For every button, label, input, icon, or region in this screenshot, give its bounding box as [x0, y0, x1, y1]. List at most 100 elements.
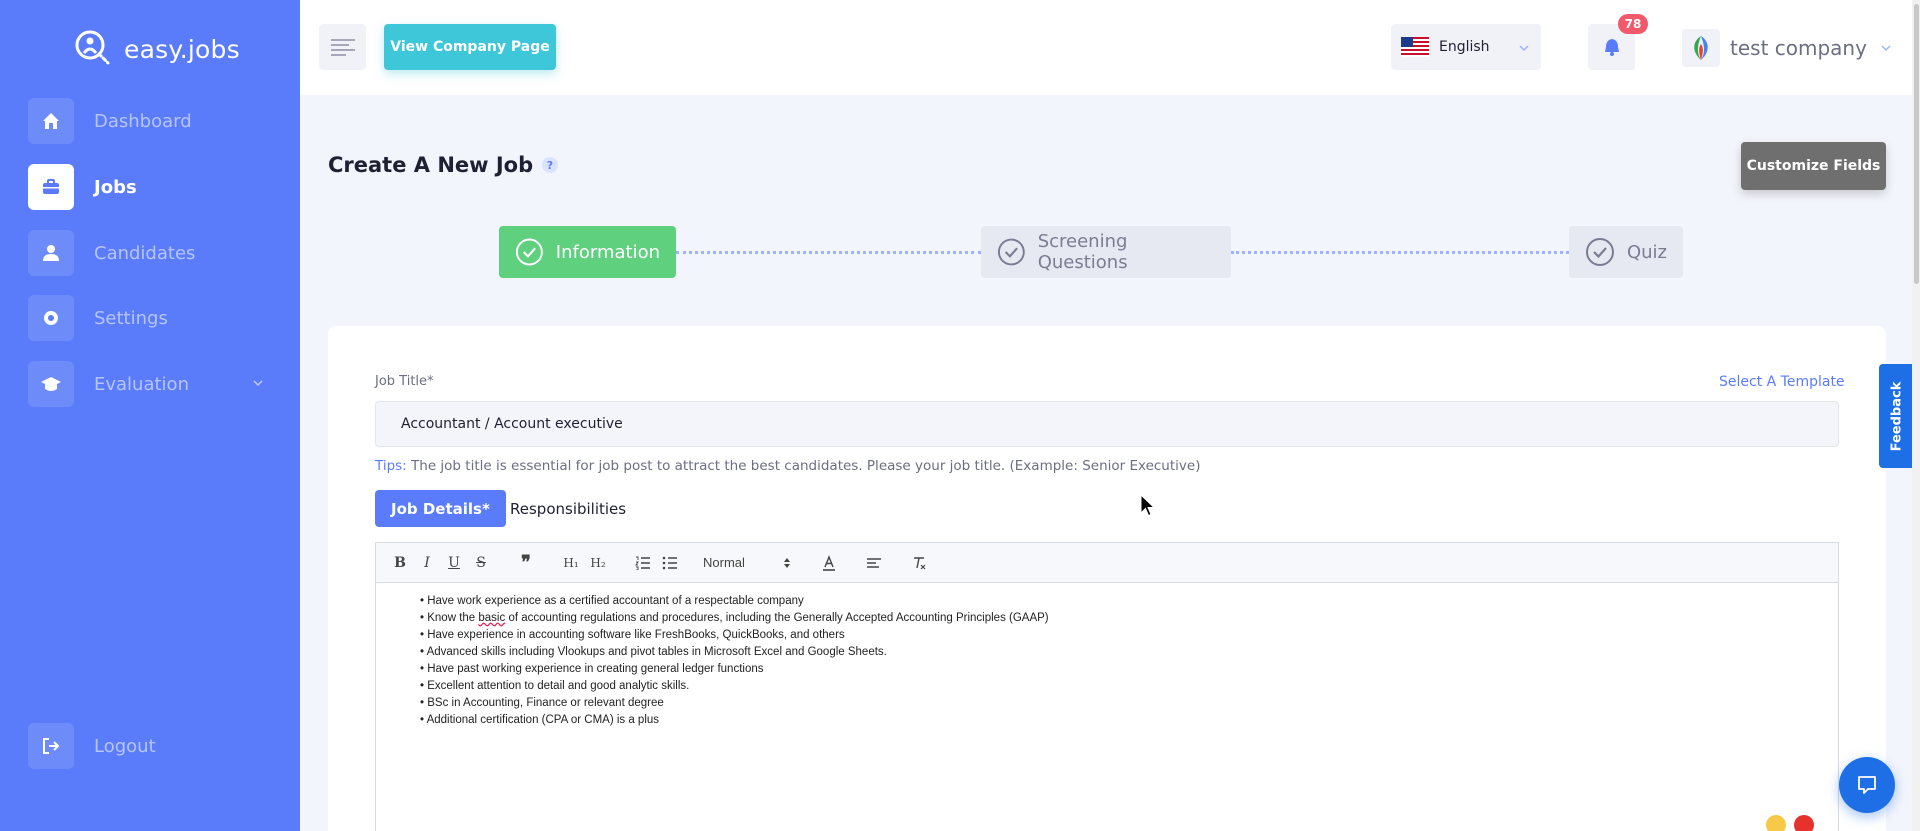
underline-button[interactable]: U	[442, 551, 466, 575]
us-flag-icon	[1401, 37, 1429, 57]
tips-key: Tips:	[375, 458, 407, 474]
sidebar: easy.jobs Dashboard Jobs Candidates Sett…	[0, 0, 300, 831]
rich-text-editor: B I U S ❞ H₁ H₂ Normal • Have work exper…	[375, 542, 1839, 831]
check-circle-icon	[515, 238, 543, 266]
grammar-badge-icon[interactable]	[1794, 815, 1814, 831]
app-name: easy.jobs	[124, 34, 240, 64]
user-icon	[28, 230, 74, 276]
tab-job-details[interactable]: Job Details*	[375, 490, 506, 527]
text-color-icon	[823, 554, 835, 571]
logo-icon	[75, 30, 110, 65]
step-connector	[1231, 251, 1569, 254]
text-color-button[interactable]	[817, 551, 841, 575]
gear-icon	[28, 295, 74, 341]
list-item: Have work experience as a certified acco…	[420, 593, 1838, 610]
sidebar-item-label: Candidates	[94, 242, 196, 264]
strikethrough-button[interactable]: S	[469, 551, 493, 575]
step-label: Screening Questions	[1037, 231, 1128, 273]
heading-2-button[interactable]: H₂	[586, 551, 610, 575]
chat-icon	[1858, 776, 1876, 794]
logout-icon	[28, 723, 74, 769]
page-title: Create A New Job ?	[328, 153, 559, 177]
editor-toolbar: B I U S ❞ H₁ H₂ Normal	[376, 543, 1838, 583]
menu-toggle-button[interactable]	[319, 24, 366, 70]
feedback-tab[interactable]: Feedback	[1879, 364, 1915, 468]
chevron-down-icon	[1881, 45, 1891, 52]
tab-responsibilities[interactable]: Responsibilities	[494, 490, 642, 527]
chevron-down-icon	[1519, 45, 1529, 52]
sidebar-item-label: Jobs	[94, 176, 137, 198]
ordered-list-icon	[635, 556, 650, 570]
app-logo[interactable]: easy.jobs	[72, 27, 240, 71]
logout-label: Logout	[94, 735, 156, 757]
check-circle-icon	[997, 238, 1025, 266]
page-title-text: Create A New Job	[328, 153, 534, 177]
sidebar-item-evaluation[interactable]: Evaluation	[28, 361, 288, 407]
mouse-cursor-icon	[1140, 494, 1156, 517]
step-label: Information	[555, 241, 660, 263]
home-icon	[28, 98, 74, 144]
sidebar-item-settings[interactable]: Settings	[28, 295, 288, 341]
format-select[interactable]: Normal	[703, 555, 791, 570]
list-item: Know the basic of accounting regulations…	[420, 610, 1838, 627]
sidebar-item-jobs[interactable]: Jobs	[28, 164, 288, 210]
tips-text: The job title is essential for job post …	[406, 458, 1201, 474]
step-connector	[676, 251, 981, 254]
step-information[interactable]: Information	[499, 226, 676, 278]
view-company-page-button[interactable]: View Company Page	[384, 24, 556, 70]
emoji-icon[interactable]	[1766, 815, 1786, 831]
format-select-value: Normal	[703, 555, 745, 570]
step-screening-questions[interactable]: Screening Questions	[981, 226, 1231, 278]
list-item: Additional certification (CPA or CMA) is…	[420, 712, 1838, 729]
sidebar-item-label: Dashboard	[94, 110, 192, 132]
briefcase-icon	[28, 164, 74, 210]
job-title-tips: Tips: The job title is essential for job…	[375, 458, 1200, 474]
bullet-list-button[interactable]	[658, 551, 682, 575]
feedback-label: Feedback	[1889, 381, 1905, 451]
list-item: BSc in Accounting, Finance or relevant d…	[420, 695, 1838, 712]
sidebar-item-dashboard[interactable]: Dashboard	[28, 98, 288, 144]
italic-button[interactable]: I	[415, 551, 439, 575]
ordered-list-button[interactable]	[631, 551, 655, 575]
notification-count-badge: 78	[1618, 14, 1648, 34]
scrollbar-thumb[interactable]	[1914, 4, 1919, 284]
bold-button[interactable]: B	[388, 551, 412, 575]
company-logo	[1682, 29, 1720, 67]
clear-format-button[interactable]	[907, 551, 931, 575]
job-title-input[interactable]: Accountant / Account executive	[375, 401, 1839, 447]
chevron-down-icon[interactable]	[252, 377, 264, 389]
list-item: Have experience in accounting software l…	[420, 627, 1838, 644]
select-arrows-icon	[784, 557, 790, 568]
misspelled-word[interactable]: basic	[478, 612, 505, 624]
align-left-icon	[867, 557, 881, 568]
bullet-list-icon	[662, 556, 677, 569]
list-item: Advanced skills including Vlookups and p…	[420, 644, 1838, 661]
customize-fields-button[interactable]: Customize Fields	[1741, 142, 1886, 190]
step-label: Quiz	[1626, 241, 1667, 263]
step-quiz[interactable]: Quiz	[1569, 226, 1683, 278]
logout-button[interactable]: Logout	[28, 723, 288, 769]
svg-text:?: ?	[547, 159, 553, 172]
language-selector[interactable]: English	[1391, 24, 1541, 70]
hamburger-icon	[330, 39, 355, 56]
company-name: test company	[1730, 36, 1867, 60]
company-menu[interactable]: test company	[1682, 29, 1893, 67]
editor-content[interactable]: Have work experience as a certified acco…	[376, 583, 1838, 729]
sidebar-item-label: Evaluation	[94, 373, 189, 395]
check-circle-icon	[1585, 238, 1614, 266]
align-button[interactable]	[862, 551, 886, 575]
select-template-link[interactable]: Select A Template	[1719, 374, 1845, 390]
top-header: View Company Page English 78 test compan…	[300, 0, 1920, 95]
list-item: Excellent attention to detail and good a…	[420, 678, 1838, 695]
sidebar-item-label: Settings	[94, 307, 168, 329]
heading-1-button[interactable]: H₁	[559, 551, 583, 575]
language-label: English	[1439, 39, 1490, 55]
blockquote-button[interactable]: ❞	[514, 551, 538, 575]
list-item: Have past working experience in creating…	[420, 661, 1838, 678]
sidebar-item-candidates[interactable]: Candidates	[28, 230, 288, 276]
graduation-cap-icon	[28, 361, 74, 407]
help-icon[interactable]: ?	[541, 156, 559, 174]
job-title-label: Job Title*	[375, 374, 434, 389]
chat-launcher-button[interactable]	[1839, 757, 1895, 813]
clear-format-icon	[914, 556, 926, 569]
